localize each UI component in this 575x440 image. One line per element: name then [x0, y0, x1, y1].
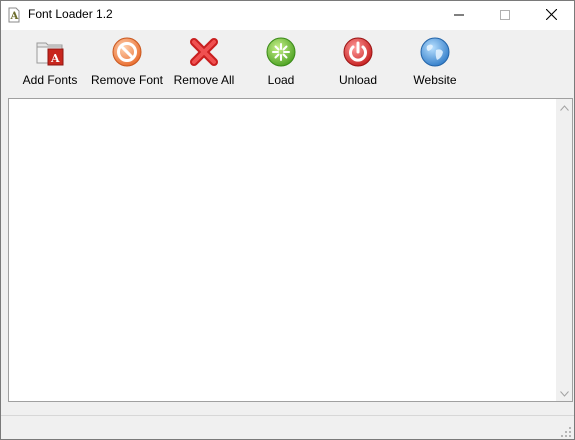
app-logo-icon: A [7, 6, 21, 24]
website-button[interactable]: Website [407, 36, 463, 92]
window-title: Font Loader 1.2 [28, 7, 113, 21]
minimize-button[interactable] [436, 1, 482, 30]
remove-all-icon [171, 36, 237, 68]
toolbar: A Add Fonts Remove Font Remove All Load … [1, 30, 574, 94]
load-label: Load [267, 73, 295, 87]
add-fonts-button[interactable]: A Add Fonts [19, 36, 81, 92]
chevron-down-icon [559, 386, 569, 400]
close-button[interactable] [528, 1, 574, 30]
remove-all-button[interactable]: Remove All [171, 36, 237, 92]
scroll-down-button[interactable] [556, 385, 572, 401]
add-fonts-icon: A [19, 36, 81, 68]
maximize-button[interactable] [482, 1, 528, 30]
website-icon [407, 36, 463, 68]
title-bar[interactable]: A Font Loader 1.2 [1, 1, 574, 30]
remove-font-label: Remove Font [90, 73, 164, 87]
add-fonts-label: Add Fonts [22, 73, 78, 87]
unload-label: Unload [338, 73, 378, 87]
app-window: A Font Loader 1.2 A Add Fonts Remove Fon… [0, 0, 575, 440]
remove-font-icon [89, 36, 165, 68]
scroll-up-button[interactable] [556, 99, 572, 115]
chevron-up-icon [559, 100, 569, 114]
load-button[interactable]: Load [259, 36, 303, 92]
svg-text:A: A [50, 52, 60, 65]
load-icon [259, 36, 303, 68]
status-bar [1, 415, 574, 439]
remove-all-label: Remove All [173, 73, 235, 87]
minimize-icon [454, 9, 464, 23]
resize-grip-icon[interactable] [560, 426, 572, 438]
vertical-scrollbar[interactable] [556, 99, 572, 401]
unload-icon [332, 36, 384, 68]
remove-font-button[interactable]: Remove Font [89, 36, 165, 92]
website-label: Website [413, 73, 457, 87]
svg-text:A: A [10, 11, 19, 22]
close-icon [545, 8, 557, 23]
font-list[interactable] [8, 98, 573, 402]
maximize-icon [500, 9, 510, 23]
unload-button[interactable]: Unload [332, 36, 384, 92]
